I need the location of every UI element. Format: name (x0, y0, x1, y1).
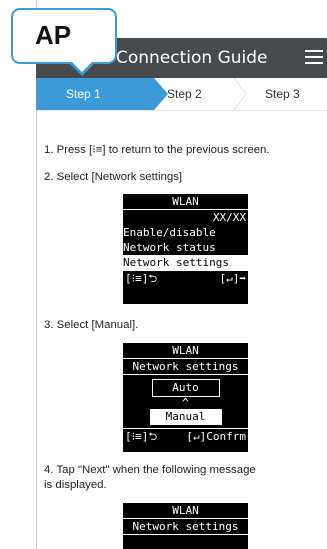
lcd-next-hint: [↵]➡ (219, 272, 247, 285)
lcd-item-network-settings: Network settings (123, 255, 248, 270)
step-progress-bar: Step 1 Step 2 Step 3 (36, 78, 327, 111)
instruction-step-2: 2. Select [Network settings] (44, 171, 183, 183)
tab-step-1[interactable]: Step 1 (36, 78, 154, 110)
step-1-label: Step 1 (66, 87, 101, 101)
instruction-step-4-line-2: is displayed. (44, 479, 107, 491)
lcd-option-manual: Manual (149, 409, 222, 425)
lcd-option-auto: Auto (151, 379, 220, 397)
up-caret-icon: ^ (181, 396, 190, 410)
lcd-back-hint: [⁝≡]⮌ (125, 430, 158, 443)
step-3-label: Step 3 (265, 87, 300, 101)
lcd-subtitle: Network settings (123, 359, 248, 375)
tab-step-2[interactable]: Step 2 (167, 78, 227, 110)
lcd-item-status: Network status (123, 241, 216, 254)
active-step-arrow (154, 78, 168, 110)
chevron-right-icon (233, 78, 247, 110)
ap-callout: AP (11, 8, 117, 64)
lcd-title: WLAN (123, 194, 248, 210)
lcd-footer: [⁝≡]⮌ [↵]Confrm (123, 428, 248, 444)
lcd-title: WLAN (123, 503, 248, 519)
ap-callout-label: AP (35, 20, 72, 50)
lcd-title: WLAN (123, 343, 248, 359)
hamburger-menu-icon[interactable] (305, 50, 323, 66)
lcd-footer: [⁝≡]⮌ [↵]➡ (123, 270, 248, 286)
instruction-step-1: 1. Press [⁝≡] to return to the previous … (44, 144, 270, 156)
lcd-counter: XX/XX (212, 211, 246, 224)
step-2-label: Step 2 (167, 87, 202, 101)
instruction-step-4-line-1: 4. Tap "Next" when the following message (44, 464, 256, 476)
instruction-step-3: 3. Select [Manual]. (44, 319, 139, 331)
lcd-subtitle: Network settings (123, 519, 248, 535)
lcd-back-hint: [⁝≡]⮌ (125, 272, 158, 285)
tab-step-3[interactable]: Step 3 (265, 78, 315, 110)
lcd-screen-wlan-menu: WLAN XX/XX Enable/disable Network status… (123, 194, 248, 304)
lcd-screen-network-settings: WLAN Network settings Auto ^ Manual [⁝≡]… (123, 343, 248, 452)
lcd-item-enable: Enable/disable (123, 226, 216, 239)
lcd-screen-partial: WLAN Network settings (123, 503, 248, 549)
page-title: Connection Guide (116, 48, 268, 68)
lcd-confirm-hint: [↵]Confrm (186, 430, 246, 443)
